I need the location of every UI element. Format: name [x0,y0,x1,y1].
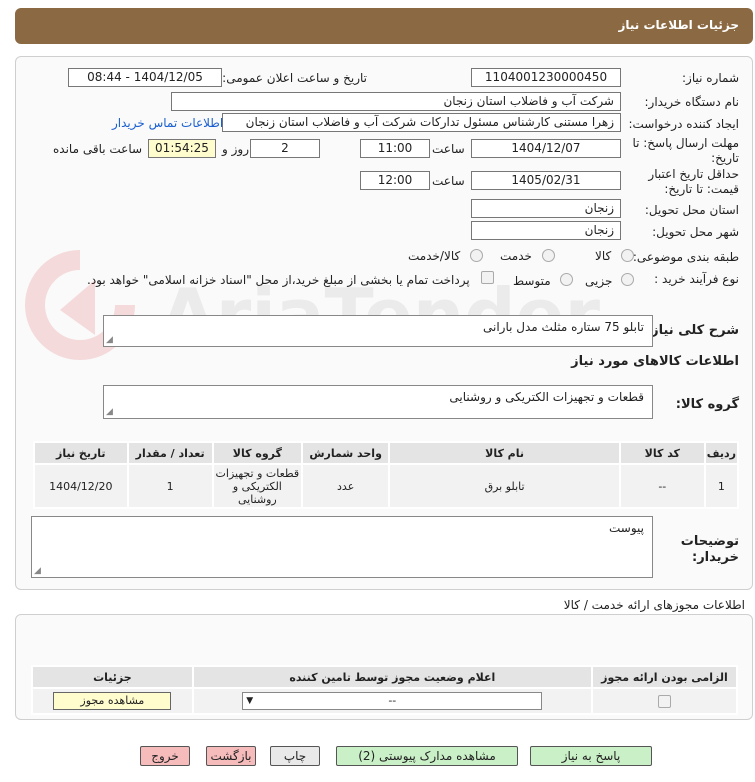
goods-group-text: قطعات و تجهیزات الکتریکی و روشنایی [449,390,644,404]
permits-table: الزامی بودن ارائه مجوز اعلام وضعیت مجوز … [31,665,739,715]
deadline-label-2: تاریخ: [711,151,739,165]
process-radio-medium[interactable] [560,273,573,286]
category-option-service: خدمت [500,249,532,263]
cell-permit-required [590,687,739,715]
view-permit-button[interactable]: مشاهده مجوز [53,692,172,710]
days-field: 2 [250,139,320,158]
back-button[interactable]: بازگشت [206,746,256,766]
category-label: طبقه بندی موضوعی: [632,250,739,264]
buyer-org-field: شرکت آب و فاضلاب استان زنجان [171,92,621,111]
description-text: تابلو 75 ستاره مثلث مدل بارانی [483,320,644,334]
category-option-goods-service: کالا/خدمت [408,249,461,263]
view-attachments-button[interactable]: مشاهده مدارک پیوستی (2) [336,746,518,766]
buyer-org-label: نام دستگاه خریدار: [644,95,740,109]
description-field: تابلو 75 ستاره مثلث مدل بارانی ◢ [103,315,653,347]
permits-title: اطلاعات مجوزهای ارائه خدمت / کالا [563,598,745,612]
validity-label: حداقل تاریخ اعتبار [648,167,739,181]
resize-grip-icon[interactable]: ◢ [106,335,113,345]
category-radio-goods-service[interactable] [470,249,483,262]
cell-qty: 1 [126,463,214,509]
cell-code: -- [618,463,706,509]
days-label: روز و [222,142,249,156]
creator-field: زهرا مستنی کارشناس مسئول تدارکات شرکت آب… [222,113,621,132]
cell-permit-status: -- ▼ [191,687,593,715]
buyer-notes-field: پیوست ◢ [31,516,653,578]
deadline-date-field: 1404/12/07 [471,139,621,158]
creator-label: ایجاد کننده درخواست: [628,117,739,131]
description-label: شرح کلی نیاز: [645,323,739,338]
col-permit-status: اعلام وضعیت مجوز توسط تامین کننده [191,665,593,689]
remaining-time-field: 01:54:25 [148,139,216,158]
announce-label: تاریخ و ساعت اعلان عمومی: [222,71,367,85]
print-button[interactable]: چاپ [270,746,320,766]
table-row: 1 -- تابلو برق عدد قطعات و تجهیزات الکتر… [33,463,740,509]
col-permit-required: الزامی بودن ارائه مجوز [590,665,739,689]
reply-button[interactable]: پاسخ به نیاز [530,746,652,766]
page-title: جزئیات اطلاعات نیاز [618,18,739,32]
process-radio-minor[interactable] [621,273,634,286]
col-index: ردیف [703,441,740,465]
buyer-notes-label-2: خریدار: [692,550,739,565]
cell-name: تابلو برق [388,463,621,509]
cell-permit-details: مشاهده مجوز [31,687,194,715]
province-label: استان محل تحویل: [644,203,739,217]
exit-button[interactable]: خروج [140,746,190,766]
goods-group-field: قطعات و تجهیزات الکتریکی و روشنایی ◢ [103,385,653,419]
col-unit: واحد شمارش [300,441,391,465]
col-name: نام کالا [388,441,621,465]
permit-status-value: -- [388,694,397,707]
permit-status-select[interactable]: -- ▼ [242,692,543,710]
validity-date-field: 1405/02/31 [471,171,621,190]
buyer-notes-label: توضیحات [680,534,739,549]
chevron-down-icon: ▼ [246,696,254,706]
process-option-medium: متوسط [513,274,551,288]
deadline-time-label: ساعت [432,142,465,156]
process-label: نوع فرآیند خرید : [654,272,739,286]
deadline-label: مهلت ارسال پاسخ: تا [632,136,739,150]
col-group: گروه کالا [211,441,303,465]
city-label: شهر محل تحویل: [652,225,739,239]
col-code: کد کالا [618,441,706,465]
col-qty: تعداد / مقدار [126,441,214,465]
permit-required-checkbox[interactable] [657,695,671,708]
category-radio-service[interactable] [542,249,555,262]
cell-unit: عدد [300,463,391,509]
goods-table: ردیف کد کالا نام کالا واحد شمارش گروه کا… [33,441,740,509]
category-radio-goods[interactable] [621,249,634,262]
permits-table-header: الزامی بودن ارائه مجوز اعلام وضعیت مجوز … [31,665,739,689]
category-option-goods: کالا [595,249,612,263]
resize-grip-icon[interactable]: ◢ [106,407,113,417]
resize-grip-icon[interactable]: ◢ [34,566,41,576]
province-field: زنجان [471,199,621,218]
need-number-label: شماره نیاز: [682,71,739,85]
need-number-field: 1104001230000450 [471,68,621,87]
goods-table-header: ردیف کد کالا نام کالا واحد شمارش گروه کا… [33,441,740,465]
cell-index: 1 [703,463,740,509]
cell-date: 1404/12/20 [33,463,129,509]
goods-group-label: گروه کالا: [675,397,739,412]
remaining-label: ساعت باقی مانده [53,142,143,156]
goods-info-title: اطلاعات کالاهای مورد نیاز [571,354,739,369]
table-row: -- ▼ مشاهده مجوز [31,687,739,715]
cell-group: قطعات و تجهیزات الکتریکی و روشنایی [211,463,303,509]
buyer-contact-link[interactable]: اطلاعات تماس خریدار [112,116,223,130]
page-header: جزئیات اطلاعات نیاز [15,8,753,44]
announce-field: 1404/12/05 - 08:44 [68,68,222,87]
buyer-notes-text: پیوست [609,521,644,535]
validity-time-label: ساعت [432,174,465,188]
payment-note: پرداخت تمام یا بخشی از مبلغ خرید،از محل … [87,273,470,287]
process-option-minor: جزیی [585,274,613,288]
payment-checkbox[interactable] [481,271,494,284]
validity-label-2: قیمت: تا تاریخ: [664,182,739,196]
city-field: زنجان [471,221,621,240]
deadline-time-field: 11:00 [360,139,430,158]
col-date: تاریخ نیاز [33,441,129,465]
validity-time-field: 12:00 [360,171,430,190]
col-permit-details: جزئیات [31,665,194,689]
